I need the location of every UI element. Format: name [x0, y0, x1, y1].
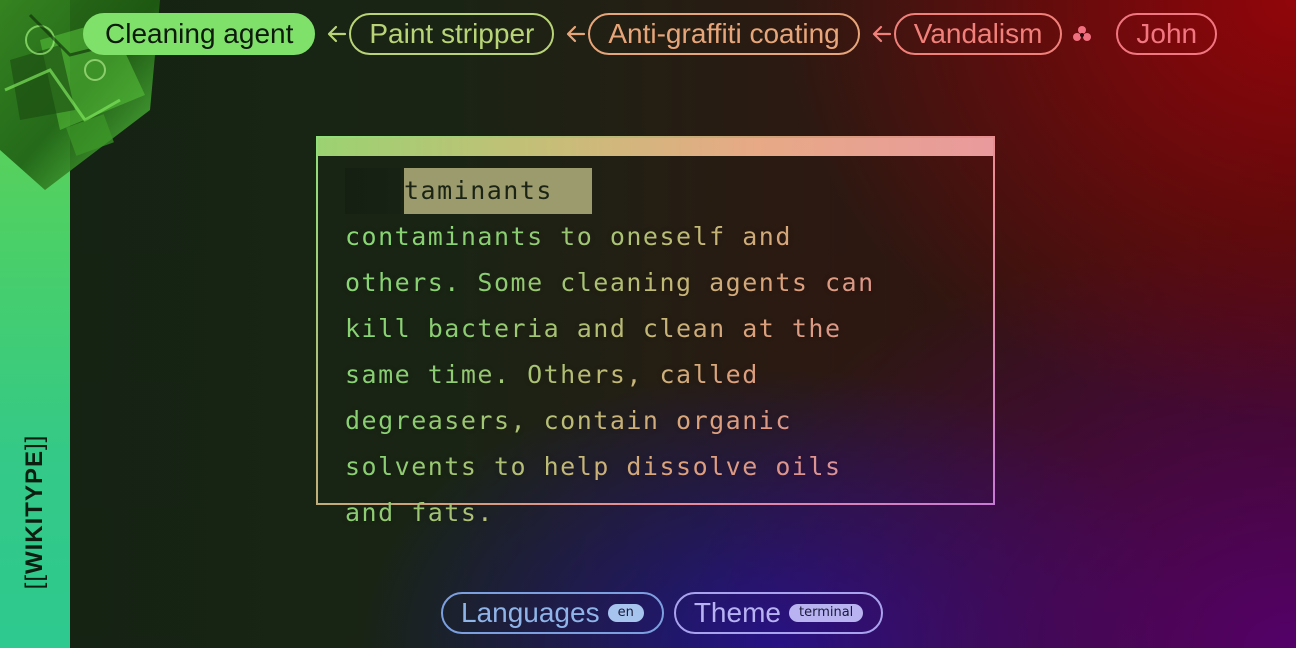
breadcrumb-item-anti-graffiti-coating[interactable]: Anti-graffiti coating — [588, 13, 860, 55]
languages-button[interactable]: Languages en — [441, 592, 664, 634]
page: [[WIKITYPE]] Cleaning agent Paint stripp… — [0, 0, 1296, 648]
theme-button[interactable]: Theme terminal — [673, 592, 884, 634]
article-line: degreasers, contain organic — [345, 406, 792, 435]
article-line: kill bacteria and clean at the — [345, 314, 842, 343]
article-title-bar — [318, 138, 993, 156]
breadcrumb-item-paint-stripper[interactable]: Paint stripper — [349, 13, 555, 55]
article-line: others. Some cleaning agents can — [345, 268, 875, 297]
logo-bracket-close: ]] — [21, 434, 48, 450]
breadcrumb: Cleaning agent Paint stripper Anti-graff… — [83, 13, 1218, 55]
clover-icon — [1070, 22, 1094, 46]
theme-label: Theme — [693, 597, 781, 628]
article-window: contaminants to oneself and others. Some… — [316, 136, 995, 527]
bottom-controls: Languages en Theme terminal — [441, 592, 884, 634]
article-line: contaminants to oneself and — [345, 222, 792, 251]
breadcrumb-item-vandalism[interactable]: Vandalism — [893, 13, 1063, 55]
arrow-left-icon — [325, 22, 349, 46]
site-logo[interactable]: [[WIKITYPE]] — [21, 435, 49, 590]
logo-text: WIKITYPE — [21, 449, 48, 575]
language-badge: en — [607, 604, 644, 622]
article-line: solvents to help dissolve oils — [345, 452, 842, 481]
theme-badge: terminal — [788, 604, 864, 622]
arrow-left-icon — [870, 22, 894, 46]
logo-bracket-open: [[ — [21, 574, 48, 590]
breadcrumb-item-cleaning-agent[interactable]: Cleaning agent — [83, 13, 316, 55]
article-line: same time. Others, called — [345, 360, 759, 389]
article-text[interactable]: contaminants to oneself and others. Some… — [345, 168, 975, 536]
article-line: and fats. — [345, 498, 494, 527]
sidebar: [[WIKITYPE]] — [0, 0, 70, 648]
typed-fade — [345, 168, 401, 214]
languages-label: Languages — [461, 597, 600, 628]
breadcrumb-item-john[interactable]: John — [1116, 13, 1218, 55]
current-word-text: taminants — [404, 176, 570, 205]
arrow-left-icon — [564, 22, 588, 46]
